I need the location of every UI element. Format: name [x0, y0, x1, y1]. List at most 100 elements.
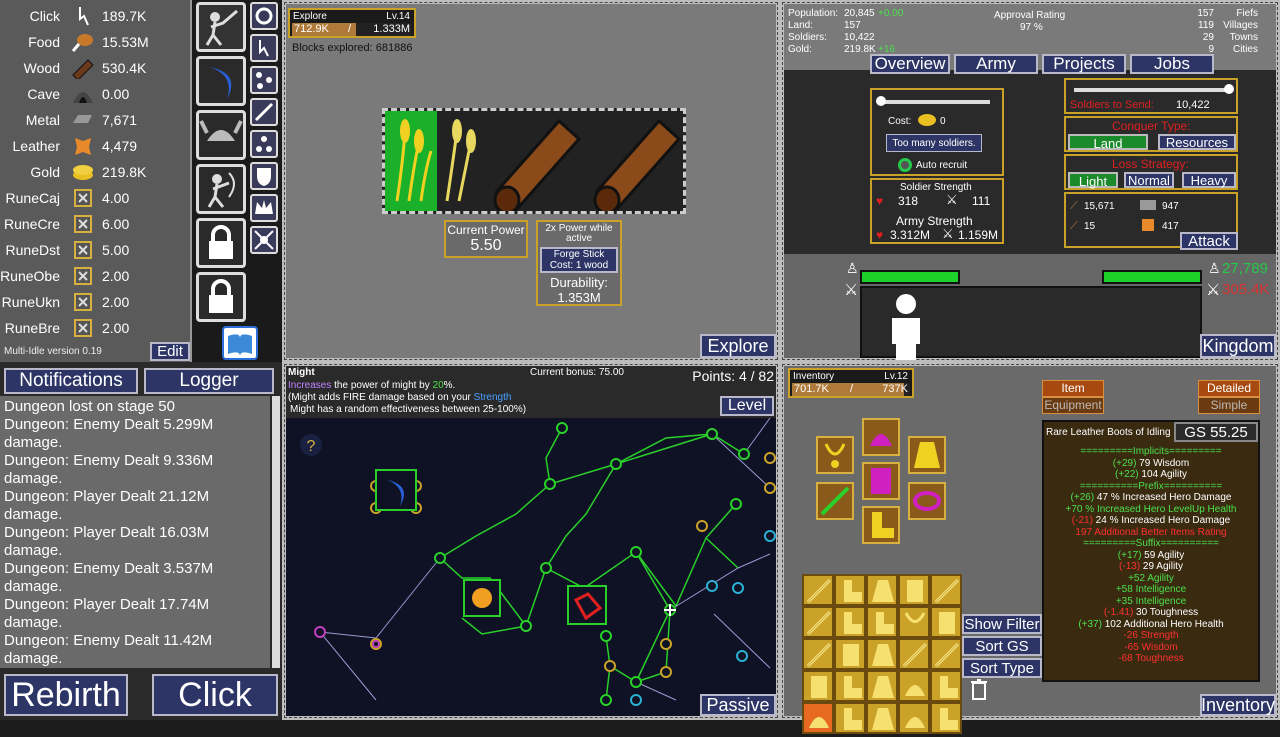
forge-stick-button[interactable]: Forge Stick Cost: 1 wood — [540, 247, 618, 273]
boots-slot[interactable] — [862, 506, 900, 544]
send-box: Soldiers to Send: 10,422 — [1064, 78, 1238, 114]
level-button[interactable]: Level — [720, 396, 774, 416]
simple-tab[interactable]: Simple — [1198, 397, 1260, 414]
wheat-tile[interactable] — [437, 111, 489, 211]
log-entry: Dungeon: Player Dealt 17.74M damage. — [4, 596, 210, 631]
inventory-slot[interactable] — [866, 606, 898, 638]
inventory-slot[interactable] — [834, 574, 866, 606]
inventory-slot[interactable] — [834, 638, 866, 670]
inventory-slot[interactable] — [866, 638, 898, 670]
inventory-slot[interactable] — [898, 702, 930, 734]
log-scrollbar[interactable] — [272, 396, 280, 668]
passive-tree[interactable]: ? — [286, 418, 776, 718]
passive-node-fire-hand[interactable] — [463, 579, 501, 617]
help-icon[interactable]: ? — [307, 438, 316, 455]
loss-heavy-button[interactable]: Heavy — [1182, 172, 1236, 188]
wheat-tile[interactable] — [385, 111, 437, 211]
shield-icon[interactable] — [250, 162, 278, 190]
pointer-icon[interactable] — [250, 34, 278, 62]
inventory-slot[interactable] — [802, 670, 834, 702]
sort-gs-button[interactable]: Sort GS — [962, 636, 1042, 656]
send-slider[interactable] — [1074, 84, 1234, 94]
log-tile[interactable] — [489, 111, 589, 215]
inventory-slot[interactable] — [834, 702, 866, 734]
inventory-slot[interactable] — [930, 670, 962, 702]
crown-icon[interactable] — [250, 194, 278, 222]
conquer-resources-button[interactable]: Resources — [1158, 134, 1236, 150]
inventory-slot[interactable] — [866, 702, 898, 734]
tab-army[interactable]: Army — [954, 54, 1038, 74]
trash-icon[interactable] — [970, 678, 988, 705]
viking-helmet-icon[interactable] — [196, 110, 246, 160]
tab-overview[interactable]: Overview — [870, 54, 950, 74]
dots-icon[interactable] — [250, 66, 278, 94]
auto-recruit-toggle[interactable] — [898, 158, 912, 172]
gear-icon[interactable] — [250, 2, 278, 30]
item-stat-line: (+22) 104 Agility — [1046, 469, 1256, 481]
settlement-row: 29 Towns — [1188, 32, 1258, 44]
loss-light-button[interactable]: Light — [1068, 172, 1118, 189]
detailed-tab[interactable]: Detailed — [1198, 380, 1260, 397]
lock-icon[interactable] — [196, 272, 246, 322]
recruit-slider[interactable] — [876, 96, 990, 106]
tab-kingdom[interactable]: Kingdom — [1200, 334, 1276, 358]
item-tab[interactable]: Item — [1042, 380, 1104, 397]
click-button[interactable]: Click — [152, 674, 278, 716]
chest-slot[interactable] — [862, 462, 900, 500]
sword-fighter-icon[interactable] — [196, 2, 246, 52]
inventory-slot[interactable] — [898, 606, 930, 638]
army-strength-label: Army Strength — [896, 214, 973, 228]
heart-icon: ♥ — [876, 194, 884, 208]
sort-type-button[interactable]: Sort Type — [962, 658, 1042, 678]
tab-inventory[interactable]: Inventory — [1200, 694, 1276, 716]
necklace-slot[interactable] — [816, 436, 854, 474]
inventory-slot[interactable] — [802, 638, 834, 670]
inventory-slot[interactable] — [930, 606, 962, 638]
lock-icon[interactable] — [196, 218, 246, 268]
inventory-slot[interactable] — [802, 574, 834, 606]
loss-normal-button[interactable]: Normal — [1124, 172, 1174, 188]
inventory-slot[interactable] — [866, 574, 898, 606]
conquer-land-button[interactable]: Land — [1068, 134, 1148, 151]
passive-node-might[interactable] — [567, 585, 607, 625]
tab-logger[interactable]: Logger — [144, 368, 274, 394]
helmet-slot[interactable] — [862, 418, 900, 456]
inventory-slot[interactable] — [834, 606, 866, 638]
archer-icon[interactable] — [196, 164, 246, 214]
cloak-slot[interactable] — [908, 436, 946, 474]
sword-icon — [806, 578, 832, 604]
inventory-slot[interactable] — [898, 670, 930, 702]
sword-icon[interactable] — [250, 98, 278, 126]
inventory-slot[interactable] — [802, 606, 834, 638]
tab-jobs[interactable]: Jobs — [1130, 54, 1214, 74]
inventory-slot[interactable] — [930, 638, 962, 670]
crescent-icon[interactable] — [196, 56, 246, 106]
tab-explore[interactable]: Explore — [700, 334, 776, 358]
log-tile[interactable] — [589, 111, 689, 215]
edit-button[interactable]: Edit — [150, 342, 190, 361]
sword-icon: ⚔ — [844, 282, 859, 299]
passive-node-crescent[interactable] — [375, 469, 417, 511]
tab-notifications[interactable]: Notifications — [4, 368, 138, 394]
inventory-slot[interactable] — [834, 670, 866, 702]
inventory-slot[interactable] — [802, 702, 834, 734]
inventory-slot[interactable] — [930, 702, 962, 734]
show-filter-button[interactable]: Show Filter — [962, 614, 1042, 634]
attack-button[interactable]: Attack — [1180, 232, 1238, 250]
equipment-tab[interactable]: Equipment — [1042, 397, 1104, 414]
tab-projects[interactable]: Projects — [1042, 54, 1126, 74]
inventory-slot[interactable] — [930, 574, 962, 606]
resource-row: RuneCaj 4.00 — [0, 185, 190, 211]
recruit-button[interactable]: Too many soldiers. — [886, 134, 982, 152]
inventory-slot[interactable] — [898, 574, 930, 606]
resource-value: 4,479 — [102, 138, 138, 154]
ring-slot[interactable] — [908, 482, 946, 520]
inventory-slot[interactable] — [866, 670, 898, 702]
book-icon[interactable] — [222, 326, 258, 360]
network-icon[interactable] — [250, 226, 278, 254]
dots-icon[interactable] — [250, 130, 278, 158]
tab-passive[interactable]: Passive — [700, 694, 776, 716]
weapon-slot[interactable] — [816, 482, 854, 520]
inventory-slot[interactable] — [898, 638, 930, 670]
rebirth-button[interactable]: Rebirth — [4, 674, 128, 716]
